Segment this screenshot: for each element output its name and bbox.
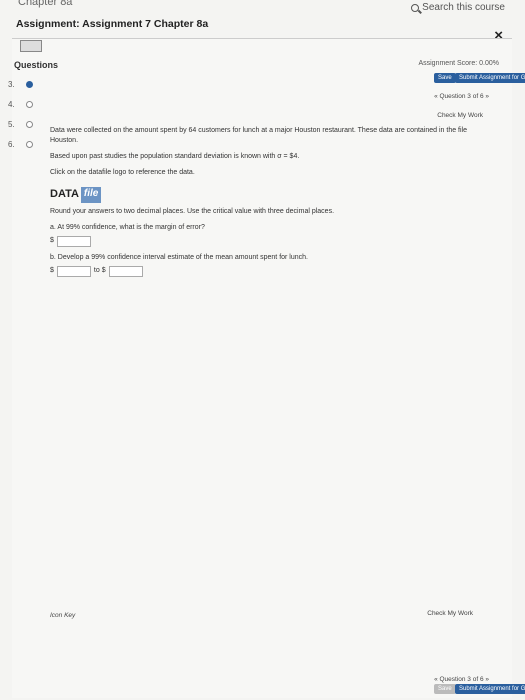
page: Chapter 8a Search this course Assignment… bbox=[0, 0, 525, 700]
breadcrumb[interactable]: Chapter 8a bbox=[18, 0, 72, 8]
interval-lower-input[interactable] bbox=[56, 265, 91, 277]
question-item[interactable]: 6. bbox=[4, 136, 34, 156]
question-list: 3. 4. 5. 6. bbox=[4, 76, 34, 156]
search-link[interactable]: Search this course bbox=[411, 2, 505, 13]
question-text: Based upon past studies the population s… bbox=[50, 153, 300, 161]
part-b-row: $ to $ bbox=[50, 265, 470, 277]
status-dot-icon bbox=[26, 81, 33, 88]
question-item[interactable]: 5. bbox=[4, 116, 34, 136]
question-number: 6. bbox=[8, 140, 15, 149]
part-a-label: a. At 99% confidence, what is the margin… bbox=[50, 223, 205, 231]
question-nav[interactable]: « Question 3 of 6 » bbox=[434, 93, 489, 100]
search-icon bbox=[411, 3, 420, 12]
datafile-logo[interactable]: DATA file bbox=[50, 186, 102, 203]
search-label: Search this course bbox=[422, 2, 505, 13]
check-my-work-link[interactable]: Check My Work bbox=[437, 112, 483, 119]
datafile-logo-file: file bbox=[80, 186, 102, 203]
dollar-sign: $ bbox=[50, 267, 54, 275]
menu-icon[interactable] bbox=[20, 40, 42, 52]
assignment-title: Assignment: Assignment 7 Chapter 8a bbox=[16, 18, 209, 30]
question-number: 3. bbox=[8, 80, 15, 89]
question-text: Click on the datafile logo to reference … bbox=[50, 169, 195, 177]
interval-upper-input[interactable] bbox=[108, 265, 143, 277]
question-number: 5. bbox=[8, 120, 15, 129]
check-my-work-link[interactable]: Check My Work bbox=[427, 610, 473, 617]
save-button[interactable]: Save bbox=[434, 684, 456, 694]
part-a-row: $ bbox=[50, 235, 470, 247]
assignment-score: Assignment Score: 0.00% bbox=[418, 60, 499, 67]
status-dot-icon bbox=[26, 101, 33, 108]
question-item[interactable]: 4. bbox=[4, 96, 34, 116]
dollar-sign: $ bbox=[50, 237, 54, 245]
submit-button[interactable]: Submit Assignment for Grading bbox=[455, 684, 525, 694]
margin-of-error-input[interactable] bbox=[56, 235, 91, 247]
datafile-logo-data: DATA bbox=[50, 187, 79, 200]
questions-heading: Questions bbox=[14, 60, 59, 70]
status-dot-icon bbox=[26, 141, 33, 148]
submit-button[interactable]: Submit Assignment for Grading bbox=[455, 73, 525, 83]
question-item[interactable]: 3. bbox=[4, 76, 34, 96]
status-dot-icon bbox=[26, 121, 33, 128]
question-text: Data were collected on the amount spent … bbox=[50, 127, 467, 145]
question-nav[interactable]: « Question 3 of 6 » bbox=[434, 676, 489, 683]
instructions: Round your answers to two decimal places… bbox=[50, 207, 335, 215]
save-button[interactable]: Save bbox=[434, 73, 456, 83]
icon-key-link[interactable]: Icon Key bbox=[50, 612, 75, 619]
part-b-label: b. Develop a 99% confidence interval est… bbox=[50, 253, 308, 261]
to-label: to $ bbox=[93, 267, 106, 275]
question-number: 4. bbox=[8, 100, 15, 109]
question-content: Data were collected on the amount spent … bbox=[50, 126, 470, 283]
